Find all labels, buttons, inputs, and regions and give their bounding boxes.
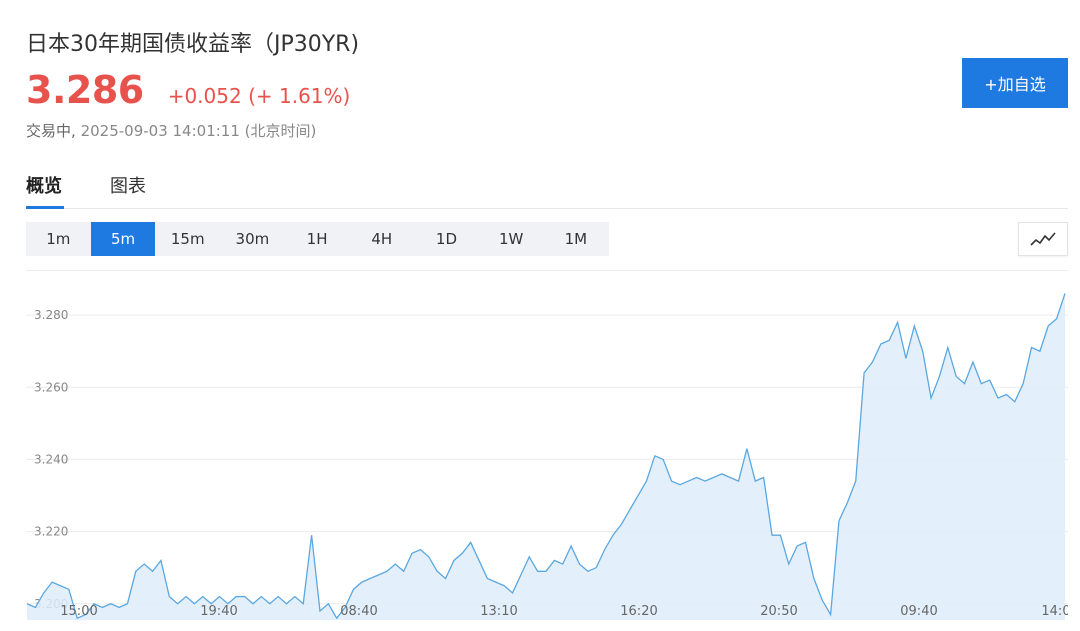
interval-30m[interactable]: 30m bbox=[220, 222, 285, 256]
page-title: 日本30年期国债收益率（JP30YR) bbox=[26, 32, 360, 57]
x-tick-label: 08:40 bbox=[340, 604, 377, 619]
price-row: 3.286 +0.052 (+ 1.61%) bbox=[26, 68, 350, 112]
x-tick-label: 14:0 bbox=[1041, 604, 1068, 619]
price-change: +0.052 (+ 1.61%) bbox=[167, 84, 351, 108]
x-tick-label: 16:20 bbox=[620, 604, 657, 619]
active-tab-indicator bbox=[26, 206, 64, 209]
current-price: 3.286 bbox=[26, 68, 144, 112]
y-tick-label: 3.240 bbox=[34, 452, 68, 466]
tab-bar: 概览 图表 bbox=[26, 170, 1068, 209]
interval-1m[interactable]: 1m bbox=[26, 222, 91, 256]
tab-chart[interactable]: 图表 bbox=[110, 172, 146, 198]
chart-type-button[interactable] bbox=[1018, 222, 1068, 256]
interval-1w[interactable]: 1W bbox=[479, 222, 544, 256]
x-tick-label: 09:40 bbox=[900, 604, 937, 619]
y-tick-label: 3.260 bbox=[34, 380, 68, 394]
interval-1d[interactable]: 1D bbox=[414, 222, 479, 256]
interval-1h[interactable]: 1H bbox=[285, 222, 350, 256]
x-tick-label: 19:40 bbox=[200, 604, 237, 619]
status-timestamp: 2025-09-03 14:01:11 (北京时间) bbox=[80, 122, 317, 140]
y-tick-label: 3.220 bbox=[34, 525, 68, 539]
status-label: 交易中, bbox=[26, 122, 76, 140]
interval-4h[interactable]: 4H bbox=[349, 222, 414, 256]
line-chart-icon bbox=[1030, 232, 1056, 246]
y-tick-label: 3.280 bbox=[34, 308, 68, 322]
x-tick-label: 13:10 bbox=[480, 604, 517, 619]
interval-selector: 1m 5m 15m 30m 1H 4H 1D 1W 1M bbox=[26, 222, 609, 256]
x-tick-label: 15:00 bbox=[60, 604, 97, 619]
trading-status: 交易中, 2025-09-03 14:01:11 (北京时间) bbox=[26, 120, 316, 141]
interval-1mo[interactable]: 1M bbox=[544, 222, 609, 256]
chart-svg: 3.2003.2203.2403.2603.28015:0019:4008:40… bbox=[26, 270, 1068, 620]
tab-overview[interactable]: 概览 bbox=[26, 172, 62, 198]
add-to-watchlist-button[interactable]: +加自选 bbox=[962, 58, 1068, 108]
interval-15m[interactable]: 15m bbox=[155, 222, 220, 256]
interval-5m[interactable]: 5m bbox=[90, 222, 156, 256]
x-tick-label: 20:50 bbox=[760, 604, 797, 619]
price-chart: 3.2003.2203.2403.2603.28015:0019:4008:40… bbox=[26, 270, 1068, 631]
